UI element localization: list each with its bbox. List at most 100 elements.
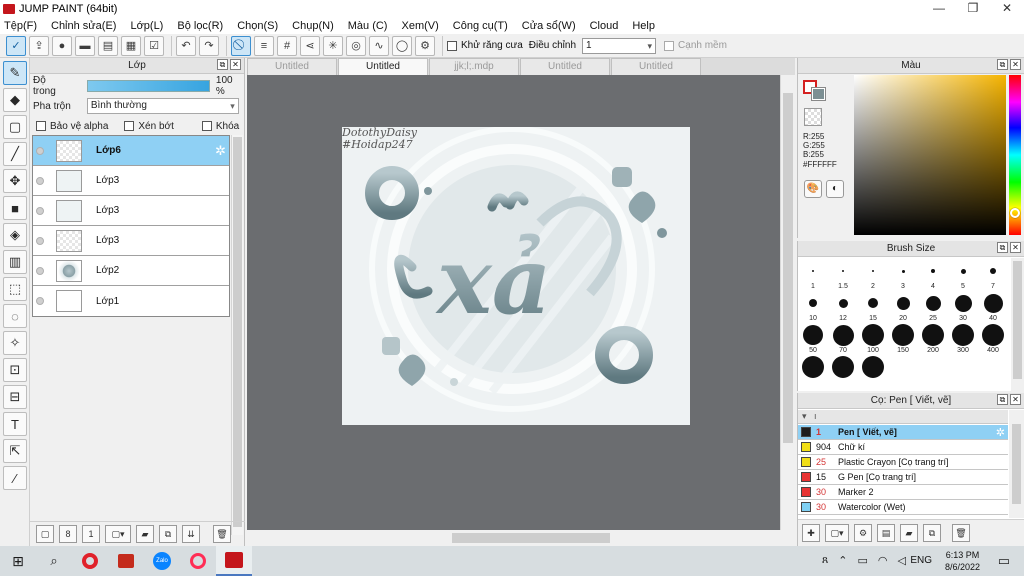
menu-view[interactable]: Xem(V) [401,20,438,32]
document-icon[interactable]: ▤ [98,35,118,56]
brush-size-option[interactable]: 25 [918,292,948,322]
brush-size-option[interactable] [798,356,828,386]
canvas-vertical-scrollbar[interactable] [780,75,795,530]
merge-icon[interactable]: ⇊ [182,525,200,543]
operation-icon[interactable]: ⇱ [3,439,27,463]
menu-layer[interactable]: Lớp(L) [130,20,163,32]
visibility-icon[interactable] [36,176,44,185]
menu-capture[interactable]: Chụp(N) [292,20,334,32]
tool-item[interactable]: 30 Marker 2 [798,485,1008,500]
palette-settings-icon[interactable]: ◐ [826,180,844,198]
menu-help[interactable]: Help [632,20,655,32]
rectangle-icon[interactable]: ▢ [3,115,27,139]
opera-icon[interactable] [72,546,108,576]
network-icon[interactable]: ▭ [858,554,868,567]
brush-scrollbar[interactable] [1011,258,1024,391]
wifi-icon[interactable]: ◠ [878,554,888,567]
checklist-icon[interactable]: ☑ [144,35,164,56]
close-icon[interactable]: ✕ [1010,394,1021,405]
gear-icon[interactable]: ✲ [215,143,226,159]
brush-folder-icon[interactable]: ▰ [900,524,918,542]
hue-marker[interactable] [1010,208,1020,218]
tool-item[interactable]: 15 G Pen [Cọ trang trí] [798,470,1008,485]
float-icon[interactable]: ⧉ [997,59,1008,70]
brush-size-option[interactable]: 70 [828,324,858,354]
windows-start-icon[interactable]: ⊞ [0,546,36,576]
delete-brush-icon[interactable]: 🗑 [952,524,970,542]
menu-select[interactable]: Chọn(S) [237,20,278,32]
layer-row[interactable]: Lớp1 [33,286,229,316]
bucket-icon[interactable]: ◈ [3,223,27,247]
close-icon[interactable]: ✕ [1010,59,1021,70]
saturation-value-picker[interactable] [854,75,1006,235]
menu-tools[interactable]: Công cụ(T) [453,20,508,32]
menu-file[interactable]: Tệp(F) [4,20,37,32]
grid-snap-icon[interactable]: # [277,35,297,56]
undo-icon[interactable]: ↶ [176,35,196,56]
tab-untitled-2[interactable]: Untitled [338,58,428,75]
new-layer-icon[interactable]: ▢ [36,525,54,543]
notification-icon[interactable]: ▭ [998,553,1010,569]
brush-size-option[interactable]: 2 [858,260,888,290]
tab-jjk[interactable]: jjk;l;.mdp [429,58,519,75]
menu-color[interactable]: Màu (C) [348,20,388,32]
circle-snap-icon[interactable]: ◯ [392,35,412,56]
brush-size-option[interactable]: 20 [888,292,918,322]
brush-size-option[interactable]: 10 [798,292,828,322]
brush-size-option[interactable]: 30 [948,292,978,322]
visibility-icon[interactable] [36,266,44,275]
brush-size-option[interactable]: 1 [798,260,828,290]
brush-size-option[interactable]: 3 [888,260,918,290]
brush-size-option[interactable]: 1.5 [828,260,858,290]
brush-size-option[interactable]: 5 [948,260,978,290]
new-8bit-layer-icon[interactable]: 8 [59,525,77,543]
layer-scrollbar[interactable] [231,135,243,535]
people-icon[interactable]: ጸ [822,554,828,567]
comment-icon[interactable]: ● [52,35,72,56]
share-icon[interactable]: ⇪ [29,35,49,56]
text-icon[interactable]: T [3,412,27,436]
brush-size-option[interactable]: 7 [978,260,1008,290]
lock-checkbox[interactable] [201,121,212,131]
maximize-button[interactable]: ❐ [956,0,990,17]
transparent-swatch[interactable] [804,108,822,126]
line-icon[interactable]: ╱ [3,142,27,166]
antialias-checkbox[interactable] [447,40,457,51]
jump-paint-taskbar-icon[interactable] [216,546,252,576]
opera-gx-icon[interactable] [180,546,216,576]
search-icon[interactable]: ⌕ [36,546,72,576]
zalo-icon[interactable]: Zalo [144,546,180,576]
brush-size-option[interactable]: 100 [858,324,888,354]
tool-item[interactable]: 904 Chữ kí [798,440,1008,455]
select-eraser-icon[interactable]: ⊟ [3,385,27,409]
adjust-select[interactable]: 1 [582,37,657,54]
tab-untitled-4[interactable]: Untitled [611,58,701,75]
tab-untitled-1[interactable]: Untitled [247,58,337,75]
radial-snap-icon[interactable]: ✳ [323,35,343,56]
brush-size-option[interactable] [858,356,888,386]
brush-size-option[interactable]: 40 [978,292,1008,322]
menu-edit[interactable]: Chỉnh sửa(E) [51,20,116,32]
menu-cloud[interactable]: Cloud [590,20,619,32]
visibility-icon[interactable] [36,297,44,305]
message-icon[interactable]: ▬ [75,35,95,56]
parallel-lines-icon[interactable]: ≡ [254,35,274,56]
new-brush-menu-icon[interactable]: ▢▾ [825,524,849,542]
add-brush-icon[interactable]: ✚ [802,524,820,542]
brush-size-option[interactable]: 150 [888,324,918,354]
duplicate-icon[interactable]: ⧉ [159,525,177,543]
select-pen-icon[interactable]: ⊡ [3,358,27,382]
chevron-up-icon[interactable]: ⌃ [838,554,847,567]
new-1bit-layer-icon[interactable]: 1 [82,525,100,543]
eraser-icon[interactable]: ◆ [3,88,27,112]
brush-size-option[interactable]: 12 [828,292,858,322]
minimize-button[interactable]: — [922,0,956,17]
redo-icon[interactable]: ↷ [199,35,219,56]
visibility-icon[interactable] [36,206,44,215]
brush-size-option[interactable]: 200 [918,324,948,354]
no-snap-icon[interactable]: ⃠ [231,35,251,56]
check-icon[interactable]: ✓ [6,35,26,56]
brush-size-option[interactable]: 4 [918,260,948,290]
add-layer-menu-icon[interactable]: ▢▾ [105,525,131,543]
perspective-icon[interactable]: ⋖ [300,35,320,56]
